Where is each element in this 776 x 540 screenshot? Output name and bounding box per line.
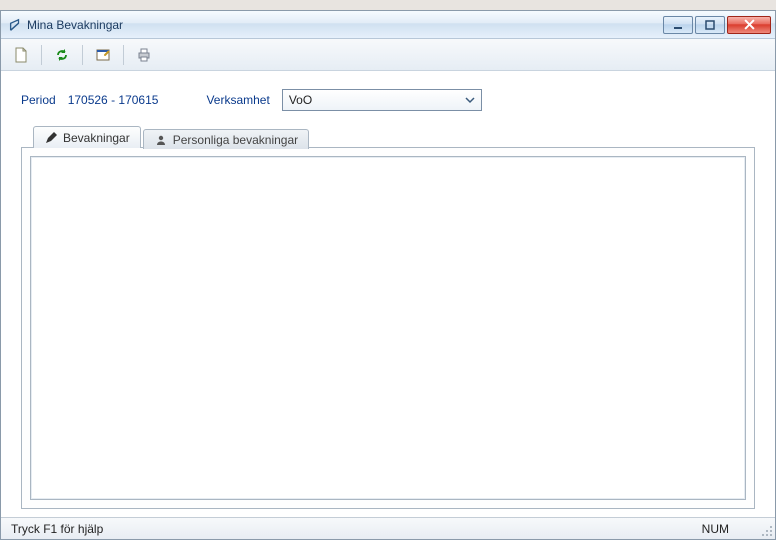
period-value: 170526 - 170615 xyxy=(68,93,159,107)
app-window: Mina Bevakningar xyxy=(0,10,776,540)
toolbar-separator xyxy=(82,45,83,65)
bevakningar-list[interactable] xyxy=(30,156,746,500)
resize-grip[interactable] xyxy=(759,523,773,537)
verksamhet-label: Verksamhet xyxy=(206,93,269,107)
verksamhet-selected: VoO xyxy=(289,93,312,107)
tab-bevakningar[interactable]: Bevakningar xyxy=(33,126,141,148)
tab-personliga-label: Personliga bevakningar xyxy=(173,133,298,147)
status-right: NUM xyxy=(702,522,765,536)
tab-personliga[interactable]: Personliga bevakningar xyxy=(143,129,309,149)
toolbar-separator xyxy=(123,45,124,65)
client-area: Period 170526 - 170615 Verksamhet VoO Be… xyxy=(1,71,775,517)
tab-bevakningar-label: Bevakningar xyxy=(63,131,130,145)
chevron-down-icon xyxy=(462,92,478,108)
period-label: Period xyxy=(21,93,56,107)
titlebar: Mina Bevakningar xyxy=(1,11,775,39)
window-buttons xyxy=(663,16,771,34)
statusbar: Tryck F1 för hjälp NUM xyxy=(1,517,775,539)
tab-panel xyxy=(21,147,755,509)
status-num: NUM xyxy=(702,522,729,536)
print-icon xyxy=(136,47,152,63)
filter-row: Period 170526 - 170615 Verksamhet VoO xyxy=(21,89,755,111)
window-title: Mina Bevakningar xyxy=(27,18,663,32)
new-file-icon xyxy=(13,47,29,63)
print-button[interactable] xyxy=(132,43,156,67)
maximize-button[interactable] xyxy=(695,16,725,34)
person-icon xyxy=(154,133,168,147)
properties-button[interactable] xyxy=(91,43,115,67)
refresh-icon xyxy=(54,47,70,63)
verksamhet-combo[interactable]: VoO xyxy=(282,89,482,111)
refresh-button[interactable] xyxy=(50,43,74,67)
toolbar xyxy=(1,39,775,71)
app-icon xyxy=(7,17,23,33)
minimize-button[interactable] xyxy=(663,16,693,34)
new-button[interactable] xyxy=(9,43,33,67)
tabstrip: Bevakningar Personliga bevakningar xyxy=(21,125,755,147)
pen-icon xyxy=(44,131,58,145)
status-help-text: Tryck F1 för hjälp xyxy=(11,522,103,536)
properties-icon xyxy=(95,47,111,63)
close-button[interactable] xyxy=(727,16,771,34)
toolbar-separator xyxy=(41,45,42,65)
